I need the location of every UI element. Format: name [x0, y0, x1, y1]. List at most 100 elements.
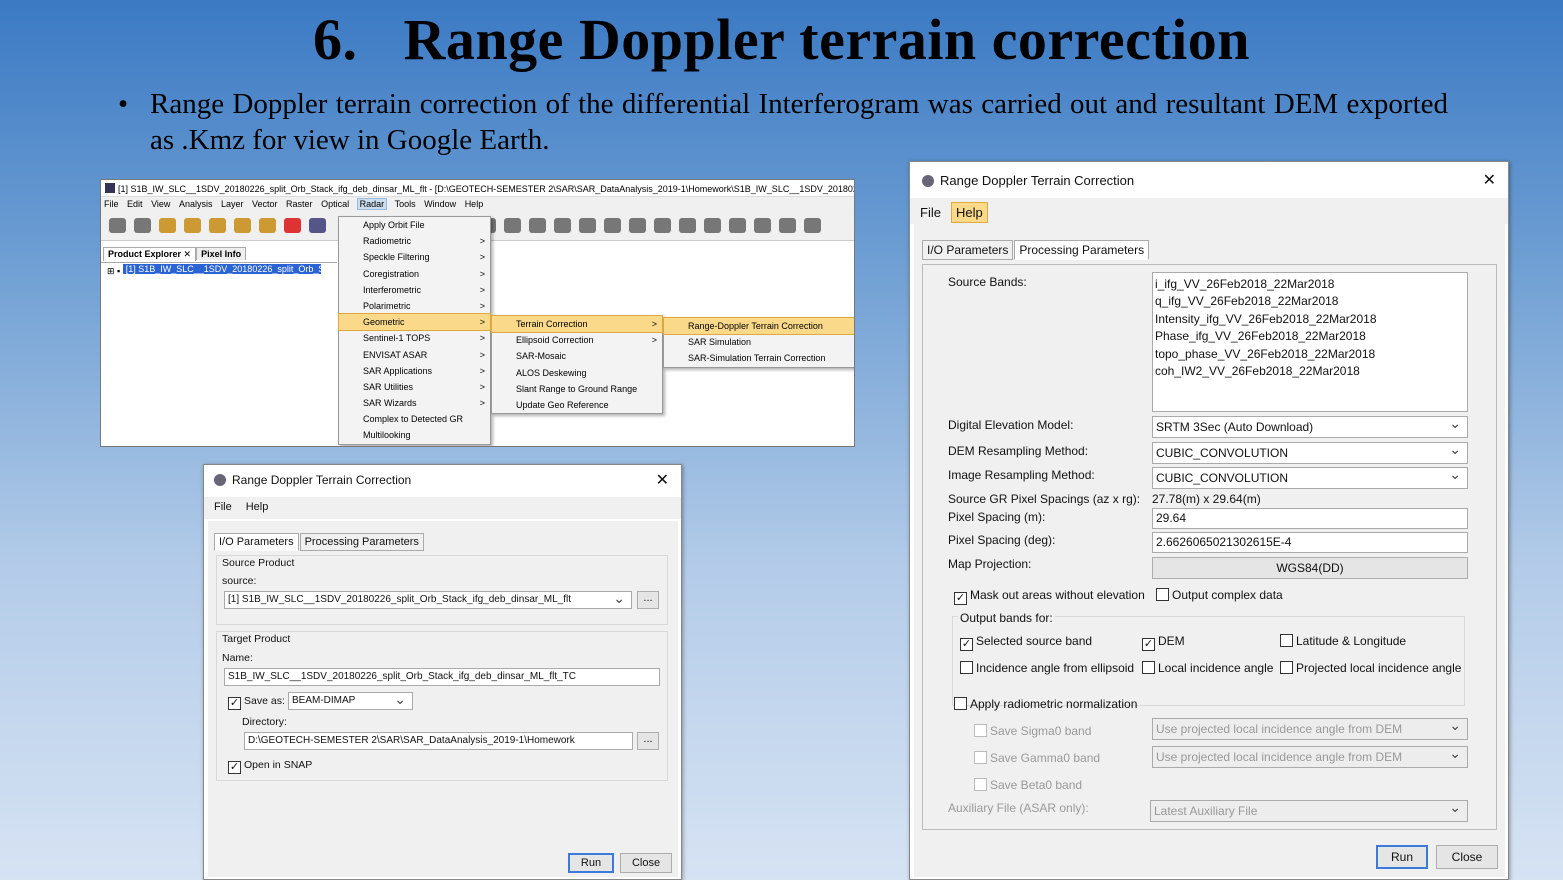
tab-processing-parameters[interactable]: Processing Parameters — [299, 533, 424, 551]
beta0-checkbox[interactable]: Save Beta0 band — [974, 778, 1082, 792]
menu-item-radiometric[interactable]: Radiometric > — [339, 233, 490, 249]
open-icon[interactable] — [109, 218, 126, 233]
tree-item-product[interactable]: [1] S1B_IW_SLC__1SDV_20180226_split_Orb_… — [122, 264, 321, 274]
save-format-select[interactable]: BEAM-DIMAP — [288, 692, 413, 710]
source-bands-list[interactable]: i_ifg_VV_26Feb2018_22Mar2018 q_ifg_VV_26… — [1152, 272, 1468, 412]
list-item[interactable]: topo_phase_VV_26Feb2018_22Mar2018 — [1155, 346, 1465, 363]
menu-help[interactable]: Help — [242, 499, 273, 515]
menu-item-ellipsoid[interactable]: Ellipsoid Correction > — [492, 332, 662, 348]
expand-icon[interactable]: ⊞ ▪ — [107, 266, 123, 276]
menu-radar[interactable]: Radar — [356, 198, 388, 210]
radiometric-checkbox[interactable]: Apply radiometric normalization — [954, 697, 1137, 711]
menu-item-coregistration[interactable]: Coregistration > — [339, 266, 490, 282]
menu-item-terrain-correction[interactable]: Terrain Correction > — [491, 314, 663, 334]
dem-band-checkbox[interactable]: ✓ DEM — [1142, 634, 1185, 651]
menu-item-multilooking[interactable]: Multilooking — [339, 427, 490, 443]
projected-local-checkbox[interactable]: Projected local incidence angle — [1280, 661, 1461, 675]
list-item[interactable]: q_ifg_VV_26Feb2018_22Mar2018 — [1155, 293, 1465, 310]
directory-browse-button[interactable]: ... — [637, 732, 659, 750]
close-icon[interactable]: ✕ — [656, 470, 669, 490]
save-icon[interactable] — [134, 218, 151, 233]
directory-input[interactable]: D:\GEOTECH-SEMESTER 2\SAR\SAR_DataAnalys… — [244, 732, 633, 750]
brush-icon[interactable] — [259, 218, 276, 233]
check-icon[interactable]: ✓ — [228, 697, 241, 710]
source-browse-button[interactable]: ... — [637, 591, 659, 609]
map-projection-button[interactable]: WGS84(DD) — [1152, 557, 1468, 579]
gamma0-checkbox[interactable]: Save Gamma0 band — [974, 751, 1100, 765]
menu-file[interactable]: File — [916, 203, 945, 222]
menu-item-sar-mosaic[interactable]: SAR-Mosaic — [492, 348, 662, 364]
aux-file-select[interactable]: Latest Auxiliary File — [1150, 800, 1468, 822]
statistics-icon[interactable] — [554, 218, 572, 233]
target-name-input[interactable]: S1B_IW_SLC__1SDV_20180226_split_Orb_Stac… — [224, 668, 660, 686]
list-item[interactable]: Intensity_ifg_VV_26Feb2018_22Mar2018 — [1155, 311, 1465, 328]
redo-icon[interactable] — [184, 218, 201, 233]
grid-icon[interactable] — [629, 218, 647, 233]
dem-resampling-select[interactable]: CUBIC_CONVOLUTION — [1152, 442, 1468, 464]
tab-pixel-info[interactable]: Pixel Info — [196, 247, 247, 260]
tab-io-parameters[interactable]: I/O Parameters — [922, 240, 1014, 260]
menu-tools[interactable]: Tools — [395, 199, 416, 209]
menu-optical[interactable]: Optical — [321, 199, 349, 209]
filter-icon[interactable] — [234, 218, 251, 233]
tab-io-parameters[interactable]: I/O Parameters — [214, 533, 299, 551]
undo-icon[interactable] — [159, 218, 176, 233]
menu-item-update-geo[interactable]: Update Geo Reference — [492, 397, 662, 413]
menu-item-polarimetric[interactable]: Polarimetric > — [339, 298, 490, 314]
menu-item-interferometric[interactable]: Interferometric > — [339, 282, 490, 298]
scatter-plot-icon[interactable] — [529, 218, 547, 233]
menu-item-complex-detected[interactable]: Complex to Detected GR — [339, 411, 490, 427]
export-icon[interactable] — [309, 218, 326, 233]
save-as-checkbox[interactable]: ✓ Save as: — [228, 695, 285, 710]
menu-file[interactable]: File — [104, 199, 119, 209]
menu-item-envisat[interactable]: ENVISAT ASAR > — [339, 347, 490, 363]
run-button[interactable]: Run — [1376, 845, 1428, 869]
check-icon[interactable]: ✓ — [228, 761, 241, 774]
close-button[interactable]: Close — [620, 853, 672, 873]
run-button[interactable]: Run — [568, 853, 614, 873]
menu-item-apply-orbit[interactable]: Apply Orbit File — [339, 217, 490, 233]
menu-item-sar-wizards[interactable]: SAR Wizards > — [339, 395, 490, 411]
tab-processing-parameters[interactable]: Processing Parameters — [1014, 240, 1150, 260]
img-resampling-select[interactable]: CUBIC_CONVOLUTION — [1152, 467, 1468, 489]
incidence-ellipsoid-checkbox[interactable]: Incidence angle from ellipsoid — [960, 661, 1134, 675]
list-item[interactable]: coh_IW2_VV_26Feb2018_22Mar2018 — [1155, 363, 1465, 380]
sigma0-select[interactable]: Use projected local incidence angle from… — [1152, 718, 1468, 740]
globe-icon[interactable] — [679, 218, 697, 233]
menu-raster[interactable]: Raster — [286, 199, 313, 209]
gcp-icon[interactable] — [654, 218, 672, 233]
check-icon[interactable]: ✓ — [1142, 638, 1155, 651]
close-button[interactable]: Close — [1436, 845, 1498, 869]
open-in-snap-checkbox[interactable]: ✓ Open in SNAP — [228, 759, 312, 774]
sigma0-checkbox[interactable]: Save Sigma0 band — [974, 724, 1091, 738]
close-icon[interactable]: ✕ — [1483, 170, 1496, 190]
menu-help[interactable]: Help — [465, 199, 484, 209]
menu-layer[interactable]: Layer — [221, 199, 244, 209]
complex-checkbox[interactable]: Output complex data — [1156, 588, 1283, 602]
menu-item-slant-range[interactable]: Slant Range to Ground Range — [492, 381, 662, 397]
menu-help[interactable]: Help — [950, 202, 988, 223]
rgb-icon[interactable] — [284, 218, 301, 233]
pixel-spacing-deg-input[interactable]: 2.6626065021302615E-4 — [1152, 532, 1468, 553]
menu-file[interactable]: File — [210, 499, 236, 515]
menu-item-sentinel1[interactable]: Sentinel-1 TOPS > — [339, 330, 490, 346]
menu-item-sar-simulation[interactable]: SAR Simulation — [664, 334, 854, 350]
dem-select[interactable]: SRTM 3Sec (Auto Download) — [1152, 416, 1468, 438]
lat-lon-checkbox[interactable]: Latitude & Longitude — [1280, 634, 1406, 648]
batch-icon[interactable] — [729, 218, 747, 233]
histogram-icon[interactable] — [504, 218, 522, 233]
check-icon[interactable]: ✓ — [954, 592, 967, 605]
mask-icon[interactable] — [579, 218, 597, 233]
menu-item-sar-utils[interactable]: SAR Utilities > — [339, 379, 490, 395]
menu-analysis[interactable]: Analysis — [179, 199, 213, 209]
wizard-icon[interactable] — [754, 218, 772, 233]
menu-item-speckle[interactable]: Speckle Filtering > — [339, 249, 490, 265]
menu-item-range-doppler[interactable]: Range-Doppler Terrain Correction — [663, 316, 854, 336]
menu-item-geometric[interactable]: Geometric > — [338, 313, 491, 332]
menu-window[interactable]: Window — [424, 199, 456, 209]
menu-item-sar-apps[interactable]: SAR Applications > — [339, 363, 490, 379]
menu-vector[interactable]: Vector — [252, 199, 278, 209]
menu-item-sar-sim-tc[interactable]: SAR-Simulation Terrain Correction — [664, 350, 854, 366]
menu-edit[interactable]: Edit — [127, 199, 143, 209]
list-item[interactable]: i_ifg_VV_26Feb2018_22Mar2018 — [1155, 276, 1465, 293]
